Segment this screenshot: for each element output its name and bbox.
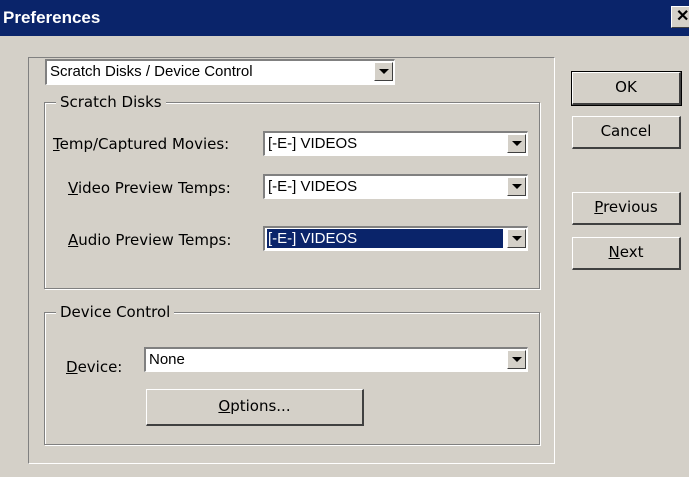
close-icon: ✕ xyxy=(676,8,689,25)
ok-button[interactable]: OK xyxy=(571,71,682,106)
preferences-dialog: Preferences ✕ Scratch Disks / Device Con… xyxy=(0,0,689,477)
category-select[interactable]: Scratch Disks / Device Control xyxy=(45,59,395,85)
category-select-value: Scratch Disks / Device Control xyxy=(50,63,253,80)
chevron-down-icon[interactable] xyxy=(374,62,393,81)
cancel-button[interactable]: Cancel xyxy=(572,116,681,149)
cancel-button-label: Cancel xyxy=(600,122,652,140)
video-preview-select[interactable]: [-E-] VIDEOS xyxy=(263,174,528,199)
next-button[interactable]: Next xyxy=(572,237,681,270)
chevron-down-icon[interactable] xyxy=(507,350,526,369)
options-button[interactable]: Options... xyxy=(146,389,364,426)
device-select[interactable]: None xyxy=(144,347,528,372)
audio-preview-label: Audio Preview Temps: xyxy=(68,231,232,249)
temp-captured-value: [-E-] VIDEOS xyxy=(268,135,358,152)
window-title: Preferences xyxy=(3,8,101,27)
close-button[interactable]: ✕ xyxy=(671,6,689,28)
device-label: Device: xyxy=(66,358,123,376)
audio-preview-select[interactable]: [-E-] VIDEOS xyxy=(263,226,528,251)
audio-preview-value: [-E-] VIDEOS xyxy=(267,229,503,248)
video-preview-label: Video Preview Temps: xyxy=(68,179,231,197)
chevron-down-icon[interactable] xyxy=(507,134,526,153)
video-preview-value: [-E-] VIDEOS xyxy=(268,178,358,195)
temp-captured-label: Temp/Captured Movies: xyxy=(53,135,230,153)
chevron-down-icon[interactable] xyxy=(507,177,526,196)
ok-button-label: OK xyxy=(615,78,637,96)
previous-button[interactable]: Previous xyxy=(572,192,681,225)
title-bar: Preferences ✕ xyxy=(0,0,689,36)
scratch-disks-group-label: Scratch Disks xyxy=(56,93,166,111)
temp-captured-select[interactable]: [-E-] VIDEOS xyxy=(263,131,528,156)
device-select-value: None xyxy=(149,351,185,368)
device-control-group-label: Device Control xyxy=(56,303,175,321)
chevron-down-icon[interactable] xyxy=(507,229,526,248)
